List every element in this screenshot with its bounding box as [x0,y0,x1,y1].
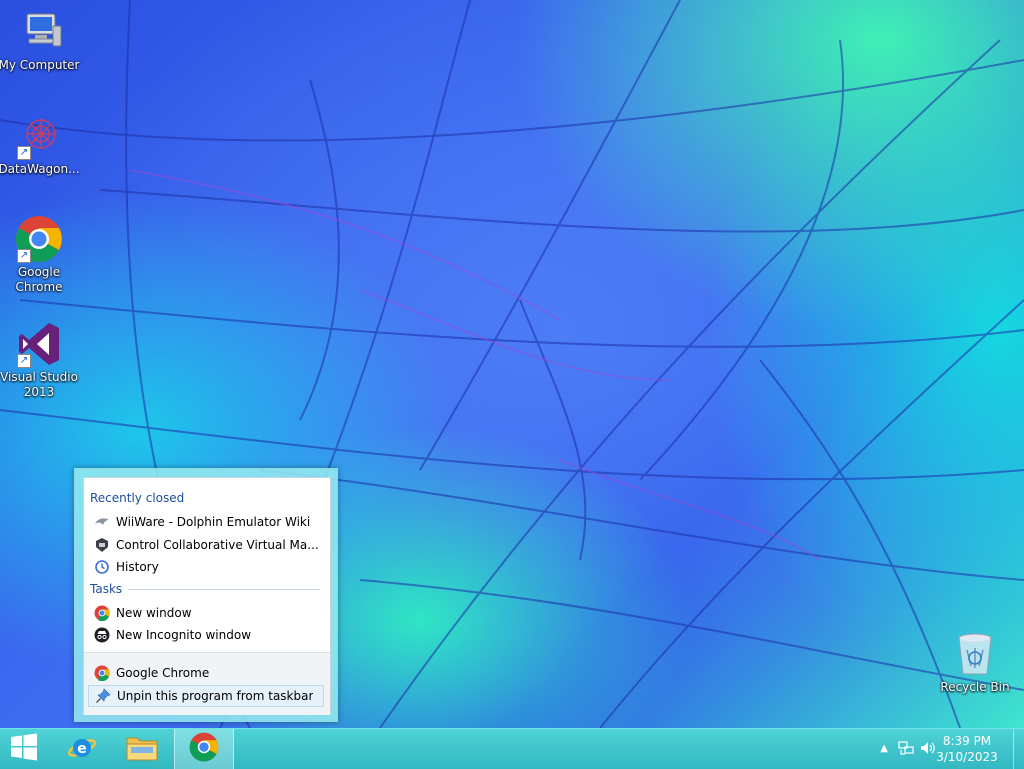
chrome-icon [94,665,110,682]
recent-item-history[interactable]: History [88,556,324,578]
task-new-window[interactable]: New window [88,602,324,624]
taskbar-clock[interactable]: 8:39 PM 3/10/2023 [932,733,1002,765]
chrome-icon [189,732,219,766]
start-button[interactable] [0,729,48,769]
pad-icon [94,537,110,553]
taskbar-file-explorer[interactable] [112,729,172,769]
history-icon [94,559,110,575]
task-label: New Incognito window [116,628,252,642]
chrome-icon: ↗ [15,215,63,263]
taskbar-internet-explorer[interactable]: e [52,729,112,769]
unpin-from-taskbar[interactable]: Unpin this program from taskbar [88,685,324,707]
incognito-icon [94,627,110,643]
visual-studio-icon: ↗ [15,320,63,368]
taskbar: e ▲ 8:39 PM 3/10/2023 [0,728,1024,769]
chrome-jump-list: Recently closed WiiWare - Dolphin Emulat… [74,468,338,722]
desktop-icon-label: Visual Studio 2013 [0,370,78,399]
desktop-icon-datawagon[interactable]: ↗ DataWagon... [0,112,80,177]
recent-item-label: History [116,560,159,574]
tasks-divider [128,588,321,590]
clock-time: 8:39 PM [942,734,992,748]
desktop-icon-recycle-bin[interactable]: Recycle Bin [934,630,1016,695]
shortcut-arrow-icon: ↗ [17,146,31,160]
pin-icon [95,688,111,704]
recycle-bin-icon [951,630,999,678]
desktop-icon-label: Recycle Bin [940,680,1010,694]
computer-icon [15,8,63,56]
file-explorer-icon [125,732,159,766]
launch-google-chrome[interactable]: Google Chrome [88,662,324,684]
recent-item-label: Control Collaborative Virtual Ma... [116,538,319,552]
recently-closed-heading: Recently closed [90,491,185,505]
recent-item-control-collaborative[interactable]: Control Collaborative Virtual Ma... [88,534,324,556]
taskbar-google-chrome[interactable] [174,729,234,769]
desktop-icon-visual-studio[interactable]: ↗ Visual Studio 2013 [0,320,80,400]
shortcut-arrow-icon: ↗ [17,249,31,263]
recent-item-label: WiiWare - Dolphin Emulator Wiki [116,515,311,529]
shortcut-arrow-icon: ↗ [17,354,31,368]
network-icon[interactable] [898,740,914,760]
task-new-incognito-window[interactable]: New Incognito window [88,624,324,646]
clock-date: 3/10/2023 [936,750,998,764]
svg-text:e: e [77,741,87,757]
desktop-icon-google-chrome[interactable]: ↗ Google Chrome [0,215,80,295]
show-desktop-button[interactable] [1013,729,1024,769]
desktop-icon-label: My Computer [0,58,80,72]
datawagon-icon: ↗ [15,112,63,160]
desktop-icon-label: DataWagon... [0,162,80,176]
dolphin-icon [94,514,110,530]
jump-list-footer: Google Chrome Unpin this program from ta… [84,652,330,715]
task-label: New window [116,606,192,620]
app-label: Google Chrome [116,666,210,680]
internet-explorer-icon: e [66,731,98,767]
unpin-label: Unpin this program from taskbar [117,689,314,703]
jump-list-panel: Recently closed WiiWare - Dolphin Emulat… [83,477,331,715]
recent-item-wiiware[interactable]: WiiWare - Dolphin Emulator Wiki [88,511,324,533]
tasks-heading: Tasks [90,582,321,596]
desktop-icon-my-computer[interactable]: My Computer [0,8,80,73]
show-hidden-icons-icon[interactable]: ▲ [880,743,888,754]
start-icon [10,733,38,765]
desktop-icon-label: Google Chrome [15,265,63,294]
chrome-icon [94,605,110,622]
